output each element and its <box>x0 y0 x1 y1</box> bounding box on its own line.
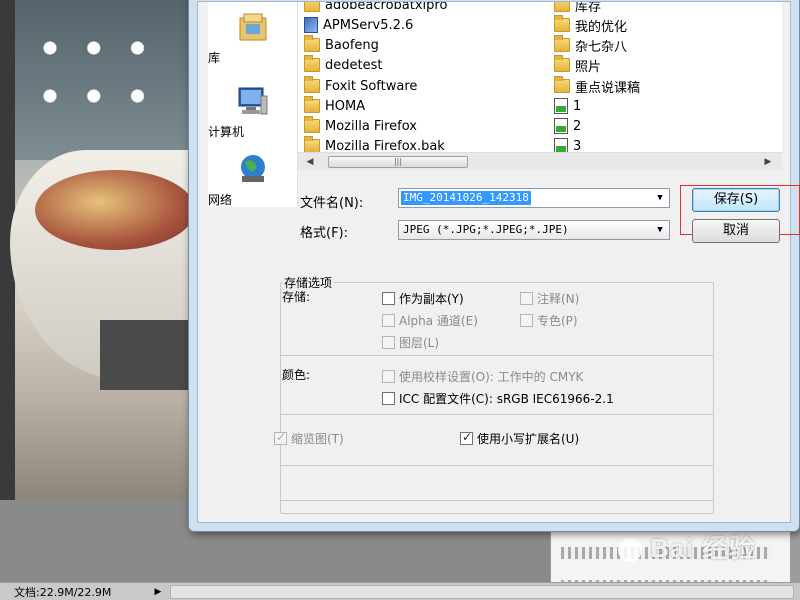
photo-wall <box>15 0 190 160</box>
list-item[interactable]: HOMA <box>304 96 365 116</box>
storage-label: 存储: <box>282 290 311 304</box>
list-item[interactable]: Mozilla Firefox <box>304 116 417 136</box>
chevron-down-icon[interactable]: ▼ <box>653 192 667 204</box>
folder-icon <box>554 15 570 32</box>
nav-label: 网络 <box>208 193 233 207</box>
list-item[interactable]: 重点说课稿 <box>554 76 640 96</box>
filename-label: 文件名(N): <box>300 196 364 211</box>
jpg-file-icon <box>554 98 568 114</box>
jpg-file-icon <box>554 138 568 152</box>
network-icon <box>241 155 265 182</box>
nav-label: 计算机 <box>208 125 245 139</box>
scroll-right-icon[interactable]: ▶ <box>760 155 776 169</box>
folder-icon <box>554 2 570 12</box>
lowercase-extension-checkbox[interactable]: 使用小写扩展名(U) <box>460 430 579 447</box>
folder-icon <box>304 35 320 52</box>
format-value: JPEG (*.JPG;*.JPEG;*.JPE) <box>403 223 569 236</box>
folder-icon <box>304 2 320 12</box>
folder-icon <box>304 96 320 113</box>
scroll-left-icon[interactable]: ◀ <box>302 155 318 169</box>
baidu-watermark: Bai 经验 <box>618 528 756 565</box>
list-item[interactable]: Foxit Software <box>304 76 417 96</box>
folder-icon <box>554 55 570 72</box>
icc-profile-checkbox[interactable]: ICC 配置文件(C): sRGB IEC61966-2.1 <box>382 390 614 407</box>
nav-item-library[interactable]: 库 <box>208 10 298 65</box>
thumbnail-checkbox[interactable]: 缩览图(T) <box>274 430 344 447</box>
as-copy-checkbox[interactable]: 作为副本(Y) <box>382 290 464 307</box>
canvas-photo <box>0 0 200 500</box>
notes-checkbox[interactable]: 注释(N) <box>520 290 579 307</box>
status-bar: 文档:22.9M/22.9M ▶ <box>0 582 800 600</box>
format-select[interactable]: JPEG (*.JPG;*.JPEG;*.JPE) ▼ <box>398 220 670 240</box>
list-item[interactable]: 杂七杂八 <box>554 35 627 55</box>
spot-color-checkbox[interactable]: 专色(P) <box>520 312 578 329</box>
dialog-body: 库 计算机 网络 adobeacrobatxipro APMServ5.2.6 … <box>197 1 800 523</box>
folder-icon <box>304 76 320 93</box>
photo-stand <box>100 320 190 390</box>
paw-icon <box>618 538 642 563</box>
status-arrow-icon[interactable]: ▶ <box>152 586 164 598</box>
chevron-down-icon[interactable]: ▼ <box>653 224 667 236</box>
list-item[interactable]: Baofeng <box>304 35 379 55</box>
filename-value: IMG_20141026_142318 <box>401 191 531 205</box>
computer-icon <box>238 87 268 115</box>
divider <box>280 414 714 415</box>
list-item[interactable]: 我的优化 <box>554 15 627 35</box>
filename-input[interactable]: IMG_20141026_142318 ▼ <box>398 188 670 208</box>
library-icon <box>239 13 267 41</box>
save-button[interactable]: 保存(S) <box>692 188 780 212</box>
list-item[interactable]: 3 <box>554 136 581 152</box>
list-item[interactable]: APMServ5.2.6 <box>304 15 413 35</box>
list-item[interactable]: dedetest <box>304 55 382 75</box>
divider <box>280 355 714 356</box>
color-label: 颜色: <box>282 368 311 382</box>
alpha-checkbox[interactable]: Alpha 通道(E) <box>382 312 478 329</box>
folder-icon <box>554 35 570 52</box>
cancel-button[interactable]: 取消 <box>692 219 780 243</box>
watermark-text: Bai 经验 <box>650 533 756 563</box>
nav-pane: 库 计算机 网络 <box>208 2 298 207</box>
nav-item-computer[interactable]: 计算机 <box>208 84 298 139</box>
file-list[interactable]: adobeacrobatxipro APMServ5.2.6 Baofeng d… <box>298 2 782 152</box>
save-as-dialog: 库 计算机 网络 adobeacrobatxipro APMServ5.2.6 … <box>188 0 800 532</box>
photo-noodles <box>35 170 195 250</box>
list-item[interactable]: adobeacrobatxipro <box>304 2 447 15</box>
nav-label: 库 <box>208 51 221 65</box>
horizontal-scrollbar[interactable]: ◀ ||| ▶ <box>298 152 782 170</box>
list-item[interactable]: 库存 <box>554 2 601 15</box>
warning-area <box>280 465 714 501</box>
status-scrollbar[interactable] <box>170 584 794 599</box>
folder-icon <box>304 55 320 72</box>
scroll-thumb[interactable]: ||| <box>328 156 468 168</box>
format-label: 格式(F): <box>300 226 349 241</box>
app-icon <box>304 17 318 33</box>
list-item[interactable]: Mozilla Firefox.bak <box>304 136 445 152</box>
jpg-file-icon <box>554 118 568 134</box>
folder-icon <box>554 76 570 93</box>
folder-icon <box>304 116 320 133</box>
list-item[interactable]: 照片 <box>554 55 601 75</box>
list-item[interactable]: 2 <box>554 116 581 136</box>
proof-setup-checkbox[interactable]: 使用校样设置(O): 工作中的 CMYK <box>382 368 583 385</box>
doc-size: 文档:22.9M/22.9M <box>14 585 112 599</box>
layers-checkbox[interactable]: 图层(L) <box>382 334 439 351</box>
folder-icon <box>304 136 320 152</box>
list-item[interactable]: 1 <box>554 96 581 116</box>
nav-item-network[interactable]: 网络 <box>208 152 298 207</box>
